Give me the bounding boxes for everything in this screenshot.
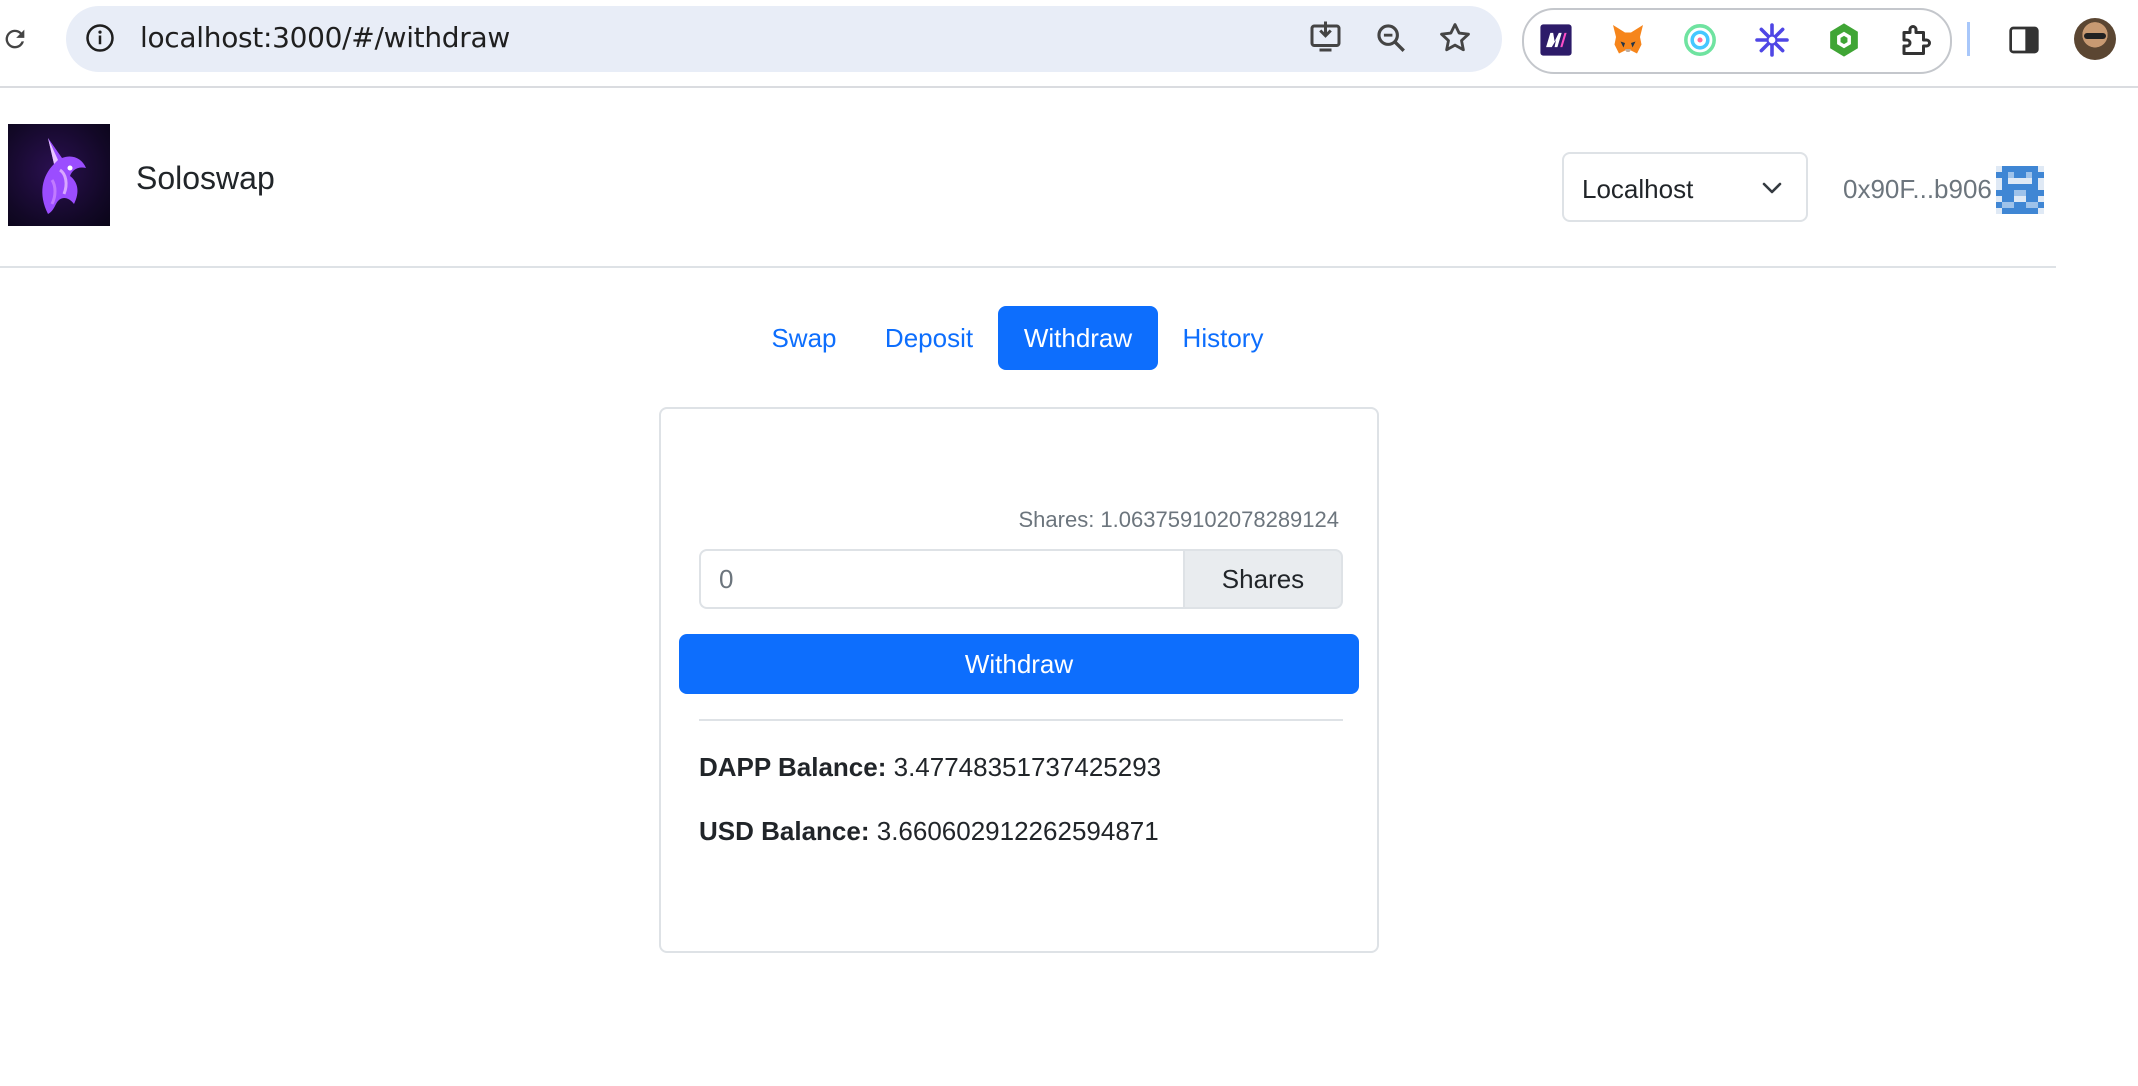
profile-avatar[interactable]: [2074, 18, 2116, 60]
dapp-balance: DAPP Balance: 3.47748351737425293: [699, 752, 1161, 783]
side-panel-icon[interactable]: [2004, 20, 2044, 60]
brand-name[interactable]: Soloswap: [136, 160, 275, 197]
tab-history[interactable]: History: [1170, 306, 1276, 370]
usd-balance: USD Balance: 3.660602912262594871: [699, 816, 1159, 847]
tab-swap[interactable]: Swap: [762, 306, 846, 370]
divider: [699, 719, 1343, 721]
usd-balance-value: 3.660602912262594871: [876, 816, 1159, 846]
browser-toolbar: localhost:3000/#/withdraw: [0, 0, 2138, 88]
shares-available: Shares: 1.063759102078289124: [1018, 507, 1339, 532]
info-icon[interactable]: [84, 22, 116, 54]
asterisk-icon[interactable]: [1752, 20, 1792, 60]
m-extension-icon[interactable]: [1536, 20, 1576, 60]
usd-balance-label: USD Balance:: [699, 816, 870, 846]
network-selected-value: Localhost: [1582, 174, 1694, 204]
address-url[interactable]: localhost:3000/#/withdraw: [140, 21, 510, 54]
dapp-balance-label: DAPP Balance:: [699, 752, 887, 782]
target-ring-icon[interactable]: [1680, 20, 1720, 60]
puzzle-icon[interactable]: [1896, 20, 1936, 60]
withdraw-button[interactable]: Withdraw: [679, 634, 1359, 694]
network-select[interactable]: Localhost: [1562, 152, 1808, 222]
dapp-balance-value: 3.47748351737425293: [893, 752, 1162, 782]
zoom-out-icon[interactable]: [1372, 19, 1410, 57]
account-identicon: [1996, 166, 2044, 214]
chevron-down-icon: [1760, 178, 1784, 198]
app-header: Soloswap Localhost 0x90F...b906: [0, 86, 2056, 268]
install-app-icon[interactable]: [1308, 19, 1346, 57]
reload-icon[interactable]: [0, 22, 30, 56]
unicorn-logo-icon: [8, 124, 110, 226]
metamask-fox-icon[interactable]: [1608, 20, 1648, 60]
withdraw-card: Shares: 1.063759102078289124 Shares With…: [659, 407, 1379, 953]
account-address: 0x90F...b906: [1843, 174, 1992, 204]
star-icon[interactable]: [1436, 19, 1474, 57]
green-hexagon-icon[interactable]: [1824, 20, 1864, 60]
tab-withdraw[interactable]: Withdraw: [998, 306, 1158, 370]
shares-amount-input[interactable]: [699, 549, 1183, 609]
shares-addon-label: Shares: [1183, 549, 1343, 609]
toolbar-separator: [1967, 22, 1970, 56]
tab-deposit[interactable]: Deposit: [872, 306, 986, 370]
extensions-strip: [1522, 8, 1952, 74]
